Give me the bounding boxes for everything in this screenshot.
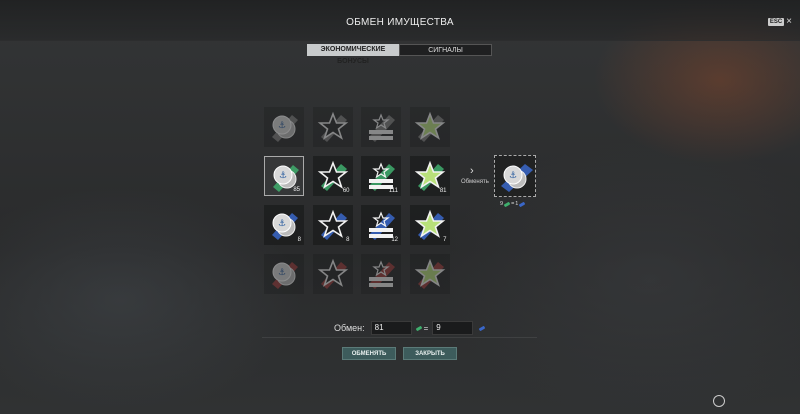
close-button[interactable]: ЗАКРЫТЬ — [403, 347, 457, 360]
get-amount-field[interactable]: 9 — [432, 321, 474, 335]
item-count: 7 — [443, 237, 447, 243]
bonus-cell-disabled-red-coin: ⚓ — [264, 254, 304, 294]
svg-text:⚓: ⚓ — [278, 219, 286, 229]
divider — [262, 337, 537, 338]
svg-text:⚓: ⚓ — [278, 268, 286, 278]
result-coin-icon: ⚓ — [501, 164, 533, 192]
bonus-cell-disabled-gray-star — [312, 107, 353, 147]
item-count: 60 — [342, 188, 350, 194]
give-amount-field[interactable]: 81 — [370, 321, 412, 335]
ratio-left: 9 — [500, 201, 504, 207]
result-slot: ⚓ — [494, 155, 536, 197]
equals-sign: = — [423, 323, 429, 333]
svg-text:⚓: ⚓ — [278, 121, 286, 131]
bonus-cell-disabled-red-star — [312, 254, 353, 294]
bonus-cell-disabled-gray-star-bright — [409, 107, 450, 147]
tab-bar: ЭКОНОМИЧЕСКИЕ БОНУСЫ СИГНАЛЫ — [307, 44, 492, 65]
item-count: 111 — [388, 188, 398, 194]
title-bar: ОБМЕН ИМУЩЕСТВА ESC × — [0, 0, 800, 41]
item-count: 12 — [391, 237, 398, 243]
blue-bonus-icon — [518, 201, 526, 207]
exchange-label: Обмен: — [334, 323, 365, 333]
item-count: 8 — [346, 237, 350, 243]
loading-indicator-icon — [713, 395, 725, 407]
star-bright-icon — [414, 111, 445, 142]
close-icon[interactable]: × — [786, 17, 792, 27]
star-bright-icon — [414, 258, 445, 289]
bonus-cell-blue-star[interactable]: 8 — [312, 205, 353, 245]
tab-signals[interactable]: СИГНАЛЫ — [399, 44, 492, 56]
green-bonus-icon — [503, 201, 511, 207]
exchange-ratio: 9 = 1 — [500, 201, 526, 207]
tab-economic-bonuses[interactable]: ЭКОНОМИЧЕСКИЕ БОНУСЫ — [307, 44, 399, 65]
star-icon — [317, 111, 348, 142]
bonus-cell-disabled-red-stripes — [361, 254, 401, 294]
coin-icon: ⚓ — [272, 115, 298, 142]
item-count: 85 — [293, 187, 300, 193]
coin-icon: ⚓ — [272, 262, 298, 289]
item-count: 8 — [297, 237, 301, 243]
star-icon — [317, 258, 348, 289]
stripes-icon — [369, 113, 395, 142]
window-title: ОБМЕН ИМУЩЕСТВА — [346, 17, 454, 28]
item-count: 81 — [439, 188, 447, 194]
chevron-right-icon: › — [470, 165, 474, 177]
bonus-cell-green-star-bright[interactable]: 81 — [409, 156, 450, 196]
bonus-cell-blue-star-bright[interactable]: 7 — [409, 205, 450, 245]
bonus-cell-disabled-red-star-bright — [409, 254, 450, 294]
exchange-button[interactable]: ОБМЕНЯТЬ — [342, 347, 396, 360]
green-bonus-icon — [415, 325, 422, 331]
exchange-row: Обмен: 81 = 9 — [334, 321, 486, 335]
close-control[interactable]: ESC × — [767, 17, 792, 27]
svg-text:⚓: ⚓ — [279, 171, 287, 181]
bonus-cell-blue-stripes[interactable]: 12 — [361, 205, 401, 245]
stripes-icon — [369, 260, 395, 289]
svg-text:⚓: ⚓ — [509, 171, 517, 181]
bonus-cell-green-coin[interactable]: ⚓ 85 — [264, 156, 304, 196]
blue-bonus-icon — [478, 325, 486, 331]
bonus-cell-disabled-gray-coin: ⚓ — [264, 107, 304, 147]
bonus-cell-blue-coin[interactable]: ⚓ 8 — [264, 205, 304, 245]
bonus-cell-green-stripes[interactable]: 111 — [361, 156, 401, 196]
esc-key-badge: ESC — [767, 18, 785, 26]
bonus-cell-green-star[interactable]: 60 — [312, 156, 353, 196]
bonus-cell-disabled-gray-stripes — [361, 107, 401, 147]
ratio-eq: = — [511, 201, 515, 207]
exchange-arrow-label: Обменять — [461, 179, 489, 185]
